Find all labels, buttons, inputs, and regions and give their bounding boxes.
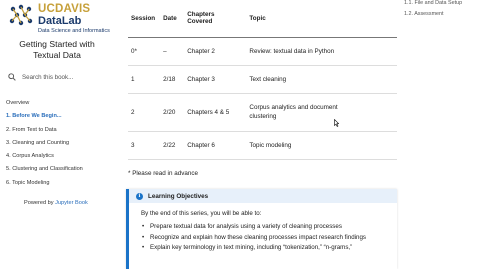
toc-item-assessment[interactable]: 1.2. Assessment (404, 11, 478, 22)
admonition-title: i Learning Objectives (129, 189, 397, 203)
sidebar-item-cleaning-counting[interactable]: 3. Cleaning and Counting (6, 139, 111, 152)
cell-session: 0* (128, 37, 161, 66)
search-input[interactable]: Search this book... (8, 71, 108, 83)
main-content: Session Date Chapters Covered Topic 0* –… (124, 0, 399, 269)
footnote-read-in-advance: * Please read in advance (128, 170, 199, 177)
book-title-line-1: Getting Started with (19, 39, 95, 49)
cell-topic: Text cleaning (246, 65, 397, 94)
cell-topic: Topic modeling (246, 131, 397, 160)
brand-tagline: Data Science and Informatics (38, 28, 110, 34)
cell-date: 2/22 (160, 131, 185, 160)
admonition-title-text: Learning Objectives (148, 192, 209, 200)
brand-ucdavis[interactable]: UCDAVIS (38, 3, 90, 15)
cell-chapters: Chapters 4 & 5 (184, 93, 247, 132)
cell-date: 2/20 (160, 93, 185, 132)
list-item: Explain key terminology in text mining, … (141, 244, 386, 253)
page-toc: 1.1. File and Data Setup 1.2. Assessment (404, 0, 478, 22)
learning-objectives-admonition: i Learning Objectives By the end of this… (126, 189, 397, 269)
table-row: 0* – Chapter 2 Review: textual data in P… (128, 37, 397, 66)
jupyter-book-link[interactable]: Jupyter Book (55, 200, 88, 206)
sidebar-item-text-to-data[interactable]: 2. From Text to Data (6, 126, 111, 139)
header-chapters-line-1: Chapters (187, 11, 215, 19)
sidebar-item-topic-modeling[interactable]: 6. Topic Modeling (6, 179, 111, 192)
header-chapters: Chapters Covered (184, 0, 247, 38)
table-row: 2 2/20 Chapters 4 & 5 Corpus analytics a… (128, 93, 397, 132)
book-title-line-2: Textual Data (33, 49, 81, 60)
search-placeholder: Search this book... (22, 73, 74, 81)
table-row: 3 2/22 Chapter 6 Topic modeling (128, 131, 397, 160)
cell-session: 3 (128, 131, 161, 160)
cell-chapters: Chapter 6 (184, 131, 247, 160)
sidebar: UCDAVIS DataLab Data Science and Informa… (0, 0, 113, 269)
list-item: Recognize and explain how these cleaning… (141, 234, 386, 243)
cell-date: 2/18 (160, 65, 185, 94)
sidebar-item-corpus-analytics[interactable]: 4. Corpus Analytics (6, 152, 111, 165)
table-row: 1 2/18 Chapter 3 Text cleaning (128, 65, 397, 94)
cell-topic-line-1: Corpus analytics and document (249, 104, 338, 111)
cell-topic: Corpus analytics and document clustering (246, 93, 397, 132)
datalab-logo-icon[interactable] (8, 4, 34, 30)
sidebar-nav: Overview 1. Before We Begin... 2. From T… (6, 99, 111, 192)
header-date: Date (160, 0, 185, 38)
cell-topic: Review: textual data in Python (246, 37, 397, 66)
powered-by: Powered by Jupyter Book (24, 200, 88, 206)
cell-date: – (160, 37, 185, 66)
cell-session: 2 (128, 93, 161, 132)
sidebar-item-overview[interactable]: Overview (6, 99, 111, 112)
table-header-row: Session Date Chapters Covered Topic (128, 0, 397, 38)
cell-session: 1 (128, 65, 161, 94)
objectives-intro: By the end of this series, you will be a… (141, 210, 262, 217)
powered-by-text: Powered by (24, 200, 56, 206)
sidebar-item-before-we-begin[interactable]: 1. Before We Begin... (6, 112, 111, 125)
toc-item-file-data-setup[interactable]: 1.1. File and Data Setup (404, 0, 478, 11)
search-icon (8, 73, 16, 81)
text-cursor-icon (334, 118, 340, 129)
info-icon: i (136, 192, 143, 200)
header-chapters-line-2: Covered (187, 18, 213, 26)
admonition-body: By the end of this series, you will be a… (129, 203, 397, 253)
list-item: Prepare textual data for analysis using … (141, 223, 386, 232)
cell-chapters: Chapter 2 (184, 37, 247, 66)
cell-chapters: Chapter 3 (184, 65, 247, 94)
book-title[interactable]: Getting Started with Textual Data (4, 39, 110, 60)
header-topic: Topic (246, 0, 397, 38)
brand-datalab[interactable]: DataLab (38, 15, 81, 27)
cell-topic-line-2: clustering (249, 113, 277, 120)
header-session: Session (128, 0, 161, 38)
schedule-table: Session Date Chapters Covered Topic 0* –… (128, 0, 397, 160)
sidebar-item-clustering[interactable]: 5. Clustering and Classification (6, 165, 111, 178)
